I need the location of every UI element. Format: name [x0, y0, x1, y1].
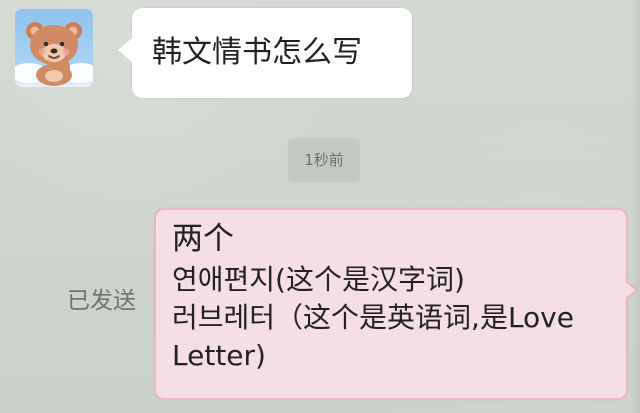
screen-edge-shadow	[630, 0, 640, 413]
outgoing-message-line-4: Letter)	[172, 339, 266, 372]
bear-avatar-icon	[15, 22, 93, 86]
sent-status-label: 已发送	[67, 288, 136, 314]
outgoing-message-bubble[interactable]: 两个 연애편지(这个是汉字词) 러브레터（这个是英语词,是Love Letter…	[154, 208, 639, 400]
message-timestamp: 1秒前	[288, 138, 360, 182]
contact-avatar[interactable]	[14, 8, 94, 88]
outgoing-message-line-2: 연애편지(这个是汉字词)	[172, 263, 465, 296]
incoming-message-bubble[interactable]: 韩文情书怎么写	[118, 8, 412, 98]
incoming-message-text: 韩文情书怎么写	[152, 35, 362, 70]
outgoing-message-line-3: 러브레터（这个是英语词,是Love	[172, 301, 574, 334]
outgoing-message-line-1: 两个	[172, 221, 234, 257]
